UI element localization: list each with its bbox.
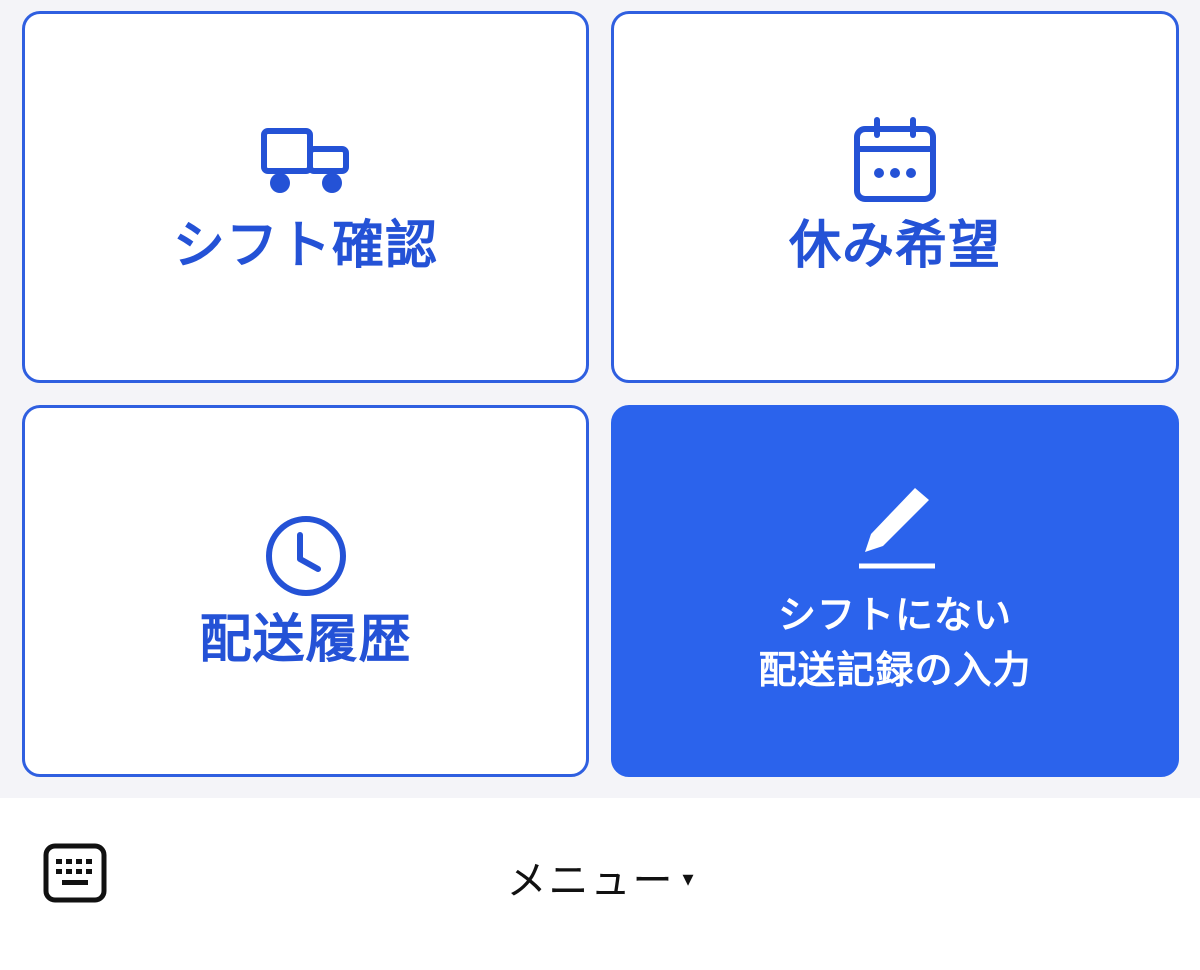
tile-label: 休み希望 [788, 215, 1001, 276]
menu-toggle-label: メニュー [506, 858, 675, 904]
keyboard-toggle-button[interactable] [42, 842, 108, 904]
tile-label-line-2: 配送記録の入力 [758, 648, 1032, 692]
tile-label: シフト確認 [172, 215, 438, 276]
day-off-request-button[interactable]: 休み希望 [611, 11, 1179, 383]
truck-icon [260, 127, 349, 193]
shift-check-button[interactable]: シフト確認 [22, 11, 589, 383]
pencil-icon [859, 487, 935, 569]
rich-menu: シフト確認 休み希望 配送履歴 シフトにない 配送記録の入力 [0, 0, 1200, 798]
clock-icon [265, 515, 346, 596]
delivery-history-button[interactable]: 配送履歴 [22, 405, 589, 777]
tile-label-line-1: シフトにない [777, 592, 1012, 637]
tile-label: 配送履歴 [199, 609, 412, 670]
menu-toggle-button[interactable]: メニュー ▾ [440, 845, 760, 909]
unscheduled-delivery-entry-button[interactable]: シフトにない 配送記録の入力 [611, 405, 1179, 777]
calendar-icon [854, 116, 936, 202]
caret-down-icon: ▾ [682, 866, 694, 892]
keyboard-icon [43, 843, 107, 903]
tile-label: シフトにない 配送記録の入力 [758, 588, 1031, 698]
